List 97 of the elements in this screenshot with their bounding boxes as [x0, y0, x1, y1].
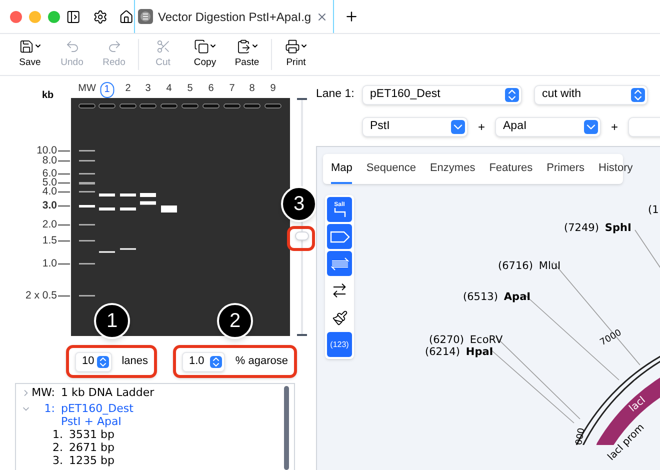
- lane-label[interactable]: 3: [145, 82, 151, 96]
- agarose-select[interactable]: 1.0: [182, 352, 226, 372]
- unit-label: kb: [42, 89, 54, 103]
- fragment-size: 2671 bp: [69, 441, 114, 454]
- lane-label[interactable]: 8: [249, 82, 255, 96]
- lane-label[interactable]: 2: [125, 82, 131, 96]
- digest-mode-select[interactable]: cut with: [534, 85, 648, 105]
- size-marker-label: 3.0: [42, 200, 57, 212]
- sidebar-toggle-icon[interactable]: [66, 8, 81, 24]
- enzyme-select[interactable]: PstI: [362, 117, 468, 137]
- enzyme-site-label[interactable]: HpaI: [466, 346, 494, 358]
- slider-thumb[interactable]: [295, 232, 309, 241]
- scrollbar-thumb[interactable]: [284, 386, 289, 470]
- swap-arrows-icon: [331, 282, 348, 299]
- enzyme-site-label[interactable]: ApaI: [504, 291, 531, 303]
- lane-count-select[interactable]: 10: [75, 352, 112, 372]
- enzyme-site-label[interactable]: MluI: [538, 260, 561, 272]
- vector-select[interactable]: pET160_Dest: [362, 85, 522, 105]
- enzyme-combo: PstI + ApaI: [60, 415, 122, 428]
- numbers-tool-button[interactable]: (123): [327, 332, 352, 357]
- site-position: (7249): [564, 222, 599, 234]
- size-marker-label: 4.0: [42, 186, 57, 198]
- view-tab[interactable]: History: [598, 160, 633, 184]
- size-marker-label: 6.0: [42, 168, 57, 180]
- cut-site-icon: [332, 208, 346, 217]
- view-tab[interactable]: Enzymes: [430, 160, 476, 184]
- size-marker-label: 1.0: [42, 258, 57, 270]
- save-button[interactable]: Save: [12, 38, 48, 70]
- ruler-label: 000: [573, 427, 588, 446]
- copy-button[interactable]: Copy: [187, 38, 223, 70]
- double-strand-icon: [330, 256, 348, 270]
- strands-tool-button[interactable]: [327, 251, 352, 276]
- copy-icon: [194, 38, 208, 54]
- feature-label: lacI: [626, 394, 649, 416]
- site-position: (1: [648, 204, 659, 216]
- document-icon: [138, 9, 153, 24]
- print-icon: [284, 38, 300, 54]
- lane-number: MW:: [31, 386, 56, 399]
- size-marker-label: 10.0: [36, 146, 57, 156]
- lane-label[interactable]: 5: [187, 82, 193, 96]
- view-tab[interactable]: Primers: [546, 160, 585, 184]
- tab-title: Vector Digestion PstI+ApaI.g: [158, 8, 312, 26]
- fragment-number: 1.: [52, 428, 64, 441]
- view-tab[interactable]: Map: [331, 160, 352, 184]
- fragment-number: 3.: [52, 454, 64, 467]
- fragment-number: 2.: [52, 441, 64, 454]
- agarose-label: % agarose: [235, 354, 288, 370]
- fragment-size: 3531 bp: [69, 428, 114, 441]
- site-position: (6716): [498, 260, 533, 272]
- settings-icon[interactable]: [92, 8, 108, 24]
- lane-name[interactable]: pET160_Dest: [61, 402, 134, 415]
- lane-label[interactable]: 4: [166, 82, 172, 96]
- features-tool-button[interactable]: [327, 224, 352, 249]
- redo-icon: [106, 38, 122, 54]
- stepper-icon: [505, 88, 519, 102]
- paste-icon: [236, 38, 250, 54]
- plus-sign: +: [478, 119, 486, 136]
- enzyme-site-label[interactable]: SphI: [604, 222, 632, 234]
- new-tab-icon[interactable]: [344, 9, 359, 24]
- fragment-size: 1235 bp: [69, 454, 114, 467]
- cut-icon: [156, 38, 170, 54]
- home-icon[interactable]: [119, 8, 134, 24]
- document-tab[interactable]: Vector Digestion PstI+ApaI.g: [134, 0, 334, 33]
- lane-count-label: lanes: [122, 354, 148, 370]
- enzyme-site-label[interactable]: EcoRV: [470, 334, 503, 346]
- lane-label[interactable]: MW: [78, 82, 96, 96]
- lane-number: 1:: [43, 402, 56, 415]
- lane-name[interactable]: 1 kb DNA Ladder: [61, 386, 154, 399]
- chevron-down-icon: [451, 120, 465, 134]
- stepper-icon: [631, 88, 645, 102]
- view-tab[interactable]: Sequence: [366, 160, 416, 184]
- size-marker-label: 2.0: [42, 220, 57, 230]
- view-tab[interactable]: Features: [489, 160, 533, 184]
- plus-sign: +: [611, 119, 618, 136]
- close-window-button[interactable]: [10, 10, 22, 22]
- stepper-icon: [96, 356, 109, 368]
- size-marker-label: 5.0: [42, 178, 57, 188]
- size-marker-label: 1.5: [42, 236, 57, 246]
- site-position: (6214): [425, 346, 460, 358]
- size-marker-label: 8.0: [42, 156, 57, 166]
- brush-icon: [332, 310, 348, 326]
- close-tab-icon[interactable]: [316, 10, 328, 22]
- lane-label[interactable]: 6: [208, 82, 214, 96]
- site-position: (6513): [463, 291, 498, 303]
- undo-icon: [64, 38, 80, 54]
- stepper-icon: [210, 356, 222, 368]
- paste-button[interactable]: Paste: [229, 38, 265, 70]
- feature-arrow-icon: [330, 230, 350, 242]
- lane-label[interactable]: 9: [270, 82, 276, 96]
- lane-label[interactable]: 7: [229, 82, 235, 96]
- size-marker-label: 2 x 0.5: [25, 290, 57, 302]
- site-position: (6270): [429, 334, 464, 346]
- ruler-label: 7000: [598, 327, 624, 350]
- chevron-down-icon: [584, 120, 598, 134]
- enzyme-select[interactable]: ApaI: [495, 117, 602, 137]
- save-icon: [18, 38, 34, 54]
- print-button[interactable]: Print: [278, 38, 314, 70]
